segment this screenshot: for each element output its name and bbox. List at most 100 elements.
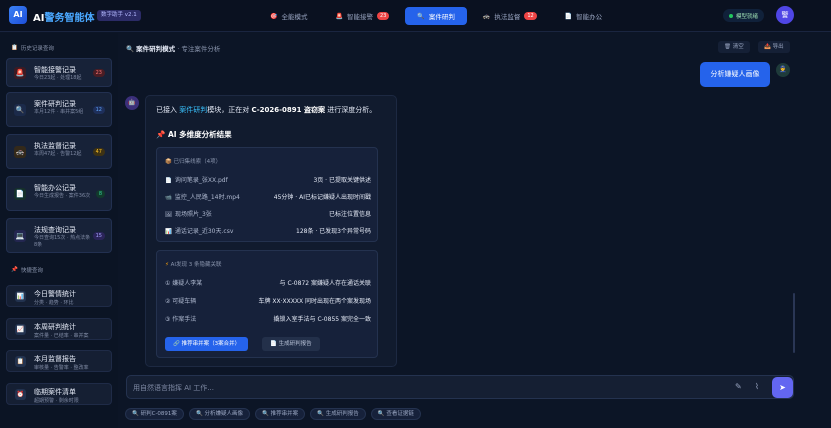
file-row[interactable]: 📊 通话记录_近30天.csv 128条 · 已发现3个异常号码 — [165, 226, 371, 236]
ai-avatar: 🤖 — [125, 96, 139, 110]
pin-icon: 📌 — [11, 267, 18, 273]
status-dot-icon — [729, 13, 733, 18]
quick-section-title: 📌 快捷查询 — [11, 267, 43, 274]
mode-tabs: 🎯 全能模式 🚨 智能接警 23 🔍 案件研判 🚓 执法监督 12 📄 智能办公 — [258, 7, 618, 25]
sidebar: 📋 历史记录查询 🚨 智能接警记录 今日23起 · 处理18起 23 🔍 案件研… — [0, 33, 118, 428]
sidebar-item-law-records[interactable]: 💻 法规查询记录 今日查询15次 · 热点法条8条 15 — [6, 218, 112, 253]
link-row: ③ 作案手法 撬锁入室手法与 C-0855 案完全一致 — [165, 316, 371, 323]
clear-button[interactable]: 🗑 清空 — [718, 41, 750, 53]
search-icon: 🔍 — [14, 104, 26, 116]
ai-intro-text: 已接入 案件研判模块，正在对 C-2026-0891 盗窃案 进行深度分析。 — [156, 106, 377, 114]
quick-month-report[interactable]: 📋 本月监督报告 审核量 · 告警率 · 整改率 — [6, 350, 112, 372]
magic-wand-icon[interactable]: ✎ — [735, 382, 742, 391]
ai-message: 已接入 案件研判模块，正在对 C-2026-0891 盗窃案 进行深度分析。 📌… — [145, 95, 397, 367]
user-message: 分析嫌疑人画像 — [700, 62, 770, 87]
police-car-icon: 🚓 — [14, 146, 26, 158]
chat-composer: ✎ ⌇ — [126, 375, 794, 399]
app-title: AI警务智能体 — [33, 13, 95, 24]
export-icon: 📤 — [764, 44, 771, 50]
quick-week-stats[interactable]: 📈 本周研判统计 案件量 · 已结率 · 串并案 — [6, 318, 112, 340]
sidebar-item-supervision-records[interactable]: 🚓 执法监督记录 本周47起 · 告警12起 47 — [6, 134, 112, 169]
chat-input[interactable] — [133, 380, 713, 395]
export-button[interactable]: 📤 导出 — [758, 41, 790, 53]
csv-file-icon: 📊 — [165, 229, 172, 235]
file-row[interactable]: 📄 询问笔录_张XX.pdf 3页 · 已提取关键供述 — [165, 175, 371, 185]
files-panel-title: 📦 已归集线索（4项） — [165, 159, 222, 165]
chat-area: 🔍 案件研判模式 · 专注案件分析 🗑 清空 📤 导出 分析嫌疑人画像 👮 🤖 … — [118, 33, 831, 428]
quick-chip[interactable]: 🔍 查看证据链 — [370, 408, 421, 420]
quick-chip[interactable]: 🔍 分析嫌疑人画像 — [188, 408, 251, 420]
send-button[interactable]: ➤ — [772, 377, 793, 398]
search-icon: 🔍 — [195, 411, 203, 417]
link-icon: 🔗 — [173, 341, 180, 347]
tab-badge: 12 — [524, 12, 537, 20]
tab-badge: 23 — [376, 12, 390, 20]
analysis-result-title: 📌 AI 多维度分析结果 — [156, 130, 232, 139]
search-icon: 🔍 — [417, 12, 425, 20]
siren-icon: 🚨 — [14, 67, 26, 79]
document-icon: 📄 — [270, 341, 277, 347]
evidence-files-panel: 📦 已归集线索（4项） 📄 询问笔录_张XX.pdf 3页 · 已提取关键供述 📹… — [156, 147, 378, 242]
quick-chip[interactable]: 🔍 研判C-0891案 — [125, 408, 184, 420]
document-icon: 📄 — [564, 12, 573, 20]
clipboard-icon: 📋 — [11, 45, 18, 51]
lightning-icon: ⚡ — [165, 262, 169, 268]
user-message-avatar: 👮 — [776, 63, 790, 77]
count-badge: 23 — [92, 69, 105, 77]
count-badge: 15 — [92, 232, 105, 240]
quick-prompt-chips: 🔍 研判C-0891案 🔍 分析嫌疑人画像 🔍 推荐串并案 🔍 生成研判报告 🔍… — [125, 408, 421, 420]
search-icon: 🔍 — [126, 45, 135, 53]
model-status-badge: 模型就绪 — [723, 9, 765, 22]
recommend-merge-button[interactable]: 🔗 推荐串并案（3案合并） — [165, 337, 249, 351]
quick-today-stats[interactable]: 📊 今日警情统计 分类 · 趋势 · 环比 — [6, 285, 112, 307]
search-icon: 🔍 — [132, 411, 139, 417]
package-icon: 📦 — [165, 159, 172, 165]
quick-chip[interactable]: 🔍 生成研判报告 — [310, 408, 366, 420]
laptop-icon: 💻 — [14, 230, 26, 242]
search-icon: 🔍 — [377, 411, 385, 417]
links-panel-title: ⚡ AI发现 3 条隐藏关联 — [165, 262, 222, 268]
document-icon: 📄 — [14, 188, 26, 200]
hidden-links-panel: ⚡ AI发现 3 条隐藏关联 ① 嫌疑人李某 与 C-0872 案嫌疑人存在通话… — [156, 250, 378, 358]
search-icon: 🔍 — [317, 411, 325, 417]
mode-indicator: 🔍 案件研判模式 · 专注案件分析 — [126, 45, 221, 53]
link-row: ② 可疑车辆 车牌 XX·XXXXX 同时出现在两个案发现场 — [165, 298, 371, 305]
paperclip-icon[interactable]: ⌇ — [755, 382, 759, 391]
search-icon: 🔍 — [262, 411, 269, 417]
trend-icon: 📈 — [15, 324, 26, 335]
user-avatar[interactable]: 警 — [776, 6, 794, 24]
tab-case-analysis[interactable]: 🔍 案件研判 — [405, 7, 467, 25]
quick-expiring-cases[interactable]: ⏰ 临期案件清单 超期预警 · 剩余时限 — [6, 383, 112, 405]
bar-chart-icon: 📊 — [15, 291, 26, 302]
tab-all-mode[interactable]: 🎯 全能模式 — [258, 7, 319, 25]
clipboard-icon: 📋 — [15, 356, 26, 367]
count-badge: 8 — [95, 190, 105, 198]
sidebar-item-office-records[interactable]: 📄 智能办公记录 今日生成报告 · 案件36次 8 — [6, 176, 112, 211]
quick-chip[interactable]: 🔍 推荐串并案 — [255, 408, 306, 420]
link-row: ① 嫌疑人李某 与 C-0872 案嫌疑人存在通话关联 — [165, 280, 371, 287]
alarm-clock-icon: ⏰ — [15, 389, 26, 400]
app-logo: AI — [9, 6, 27, 24]
police-car-icon: 🚓 — [482, 12, 491, 20]
sidebar-item-case-records[interactable]: 🔍 案件研判记录 本月12件 · 串并案5组 12 — [6, 92, 112, 127]
send-icon: ➤ — [779, 383, 786, 392]
pdf-file-icon: 📄 — [165, 178, 172, 184]
image-file-icon: 🖼 — [165, 212, 172, 218]
file-row[interactable]: 🖼 现场照片_3张 已标注位置信息 — [165, 209, 371, 219]
target-icon: 🎯 — [270, 12, 278, 20]
sidebar-item-alarm-records[interactable]: 🚨 智能接警记录 今日23起 · 处理18起 23 — [6, 58, 112, 87]
version-badge: 数字助手 v2.1 — [97, 10, 141, 21]
count-badge: 12 — [92, 106, 105, 114]
siren-icon: 🚨 — [335, 12, 343, 20]
video-file-icon: 📹 — [165, 195, 172, 201]
top-bar: AI AI警务智能体 数字助手 v2.1 🎯 全能模式 🚨 智能接警 23 🔍 … — [0, 0, 831, 32]
generate-report-button[interactable]: 📄 生成研判报告 — [262, 337, 320, 351]
chat-scrollbar[interactable] — [793, 293, 795, 353]
trash-icon: 🗑 — [724, 44, 731, 50]
file-row[interactable]: 📹 监控_人民路_14时.mp4 45分钟 · AI已标记嫌疑人出现时间戳 — [165, 192, 371, 202]
pin-icon: 📌 — [156, 130, 166, 139]
tab-smart-office[interactable]: 📄 智能办公 — [553, 7, 614, 25]
tab-enforcement-supervision[interactable]: 🚓 执法监督 12 — [471, 7, 549, 25]
tab-smart-alarm[interactable]: 🚨 智能接警 23 — [323, 7, 401, 25]
history-section-title: 📋 历史记录查询 — [11, 45, 54, 52]
